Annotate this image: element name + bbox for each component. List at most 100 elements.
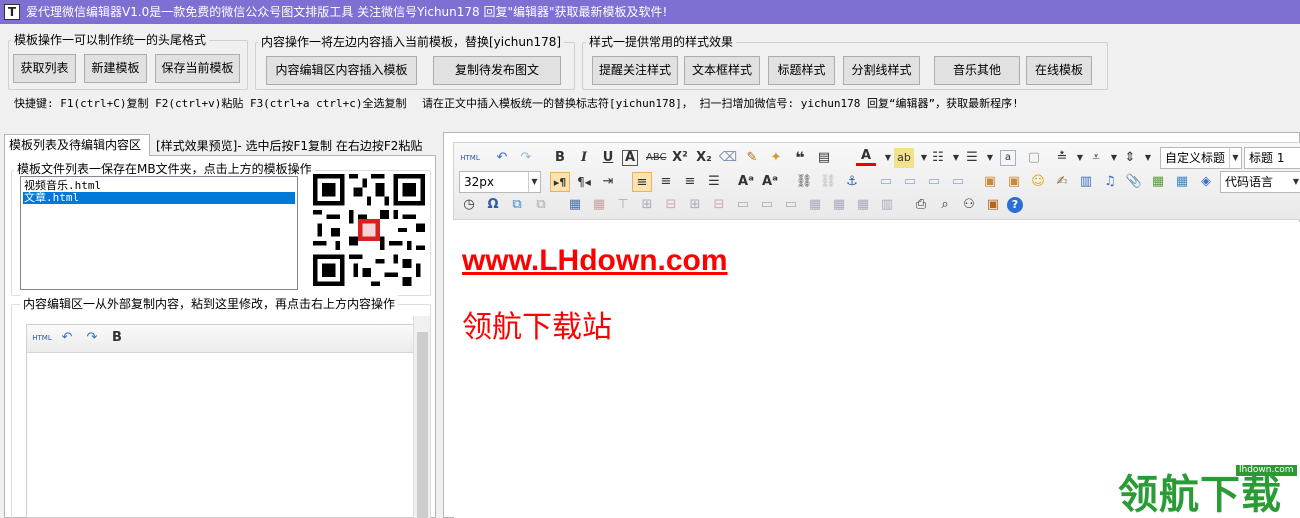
tab-template-list[interactable]: 模板列表及待编辑内容区 xyxy=(4,134,150,156)
paste-plain-icon[interactable]: ▤ xyxy=(814,148,834,168)
custom-heading-select[interactable]: 自定义标题 ▼ xyxy=(1160,147,1242,169)
lowercase-icon[interactable]: Aᵃ xyxy=(760,172,780,192)
row-spacing-arrow-icon[interactable]: ▼ xyxy=(1138,148,1158,168)
drafts-icon[interactable]: ▣ xyxy=(983,195,1003,215)
divider-style-button[interactable]: 分割线样式 xyxy=(843,56,920,85)
link-icon[interactable]: ⛓ xyxy=(794,172,814,192)
map-icon[interactable]: ▦ xyxy=(1148,172,1168,192)
heading-style-button[interactable]: 标题样式 xyxy=(768,56,835,85)
merge-cells-icon[interactable]: ▭ xyxy=(733,195,753,215)
html-source-icon[interactable]: HTML xyxy=(459,148,481,168)
align-right-icon[interactable]: ≡ xyxy=(680,172,700,192)
preview-icon[interactable]: ⌕ xyxy=(935,195,955,215)
content-editor-scrollbar[interactable] xyxy=(413,316,430,518)
music-other-button[interactable]: 音乐其他 xyxy=(934,56,1020,85)
textbox-style-button[interactable]: 文本框样式 xyxy=(684,56,760,85)
help-icon[interactable]: ? xyxy=(1007,197,1023,213)
list-item-selected[interactable]: 文章.html xyxy=(23,192,295,204)
image-icon[interactable]: ▣ xyxy=(980,172,1000,192)
get-list-button[interactable]: 获取列表 xyxy=(13,54,76,83)
merge-down-icon[interactable]: ▭ xyxy=(781,195,801,215)
special-chars-icon[interactable]: Ω xyxy=(483,195,503,215)
align-center-icon[interactable]: ≡ xyxy=(656,172,676,192)
unordered-list-arrow-icon[interactable]: ▼ xyxy=(980,148,1000,168)
delete-col-icon[interactable]: ⊟ xyxy=(709,195,729,215)
subscript-icon[interactable]: X₂ xyxy=(694,148,714,168)
new-template-button[interactable]: 新建模板 xyxy=(84,54,147,83)
time-icon[interactable]: ◷ xyxy=(459,195,479,215)
font-color-icon[interactable]: A xyxy=(856,148,876,166)
undo-icon[interactable]: ↶ xyxy=(492,148,512,168)
blockquote-icon[interactable]: ❝ xyxy=(790,148,810,168)
page-break-icon[interactable]: ▢ xyxy=(1024,148,1044,168)
doc-link-text[interactable]: www.LHdown.com xyxy=(462,244,728,278)
align-justify-icon[interactable]: ☰ xyxy=(704,172,724,192)
copy-publish-button[interactable]: 复制待发布图文 xyxy=(433,56,561,85)
insert-table-icon[interactable]: ▦ xyxy=(565,195,585,215)
strikethrough-icon[interactable]: ABC xyxy=(646,148,667,168)
split-cells-icon[interactable]: ▦ xyxy=(805,195,825,215)
scrawl-icon[interactable]: ✍ xyxy=(1052,172,1072,192)
follow-style-button[interactable]: 提醒关注样式 xyxy=(592,56,678,85)
insert-row-icon[interactable]: ⊞ xyxy=(637,195,657,215)
bold-icon[interactable]: B xyxy=(550,148,570,168)
italic-icon[interactable]: I xyxy=(574,148,594,168)
font-size-select[interactable]: 32px ▼ xyxy=(459,171,541,193)
insert-content-button[interactable]: 内容编辑区内容插入模板 xyxy=(266,56,417,85)
content-editor[interactable] xyxy=(26,324,414,518)
undo-icon[interactable]: ↶ xyxy=(57,328,77,348)
online-template-button[interactable]: 在线模板 xyxy=(1026,56,1092,85)
heading-select[interactable]: 标题 1 xyxy=(1244,147,1300,169)
image-float-left-icon[interactable]: ▭ xyxy=(900,172,920,192)
attachment-icon[interactable]: 📎 xyxy=(1124,172,1144,192)
paragraph-spacing-icon[interactable]: ⩡ xyxy=(1086,148,1106,168)
delete-table-icon[interactable]: ▦ xyxy=(589,195,609,215)
rtl-icon[interactable]: ¶◂ xyxy=(574,172,594,192)
anchor-icon[interactable]: ⚓ xyxy=(842,172,862,192)
row-spacing-icon[interactable]: ⇕ xyxy=(1120,148,1140,168)
border-text-icon[interactable]: A xyxy=(622,150,638,166)
emoticon-icon[interactable]: ☺ xyxy=(1028,172,1048,192)
search-replace-icon[interactable]: ⚇ xyxy=(959,195,979,215)
chart-icon[interactable]: ▥ xyxy=(877,195,897,215)
highlight-color-icon[interactable]: ab xyxy=(894,148,914,168)
image-center-icon[interactable]: ▭ xyxy=(948,172,968,192)
align-left-icon[interactable]: ≡ xyxy=(632,172,652,192)
redo-icon[interactable]: ↷ xyxy=(82,328,102,348)
uppercase-icon[interactable]: Aᵃ xyxy=(736,172,756,192)
html-source-icon[interactable]: HTML xyxy=(32,328,52,348)
underline-icon[interactable]: U xyxy=(598,148,618,168)
auto-format-icon[interactable]: ✦ xyxy=(766,148,786,168)
text-box-icon[interactable]: a xyxy=(1000,150,1016,166)
insert-paragraph-before-table-icon[interactable]: ⊤ xyxy=(613,195,633,215)
video-icon[interactable]: ▥ xyxy=(1076,172,1096,192)
split-cols-icon[interactable]: ▦ xyxy=(853,195,873,215)
save-template-button[interactable]: 保存当前模板 xyxy=(155,54,240,83)
code-language-select[interactable]: 代码语言 ▼ xyxy=(1220,171,1300,193)
word-image-icon[interactable]: ⧉ xyxy=(531,195,551,215)
unordered-list-icon[interactable]: ☰ xyxy=(962,148,982,168)
split-rows-icon[interactable]: ▦ xyxy=(829,195,849,215)
ordered-list-icon[interactable]: ☷ xyxy=(928,148,948,168)
indent-icon[interactable]: ⇥ xyxy=(598,172,618,192)
superscript-icon[interactable]: X² xyxy=(670,148,690,168)
image-float-right-icon[interactable]: ▭ xyxy=(924,172,944,192)
eraser-icon[interactable]: ⌫ xyxy=(718,148,738,168)
template-file-list[interactable]: 视频音乐.html 文章.html xyxy=(20,176,298,290)
line-height-icon[interactable]: ≛ xyxy=(1052,148,1072,168)
print-icon[interactable]: ⎙ xyxy=(911,195,931,215)
multi-image-icon[interactable]: ▣ xyxy=(1004,172,1024,192)
music-icon[interactable]: ♫ xyxy=(1100,172,1120,192)
merge-right-icon[interactable]: ▭ xyxy=(757,195,777,215)
gmap-icon[interactable]: ▦ xyxy=(1172,172,1192,192)
unlink-icon[interactable]: ⛓ xyxy=(818,172,838,192)
snapscreen-icon[interactable]: ⧉ xyxy=(507,195,527,215)
image-float-none-icon[interactable]: ▭ xyxy=(876,172,896,192)
ltr-icon[interactable]: ▸¶ xyxy=(550,172,570,192)
delete-row-icon[interactable]: ⊟ xyxy=(661,195,681,215)
bold-icon[interactable]: B xyxy=(107,328,127,348)
insert-col-icon[interactable]: ⊞ xyxy=(685,195,705,215)
format-brush-icon[interactable]: ✎ xyxy=(742,148,762,168)
insert-frame-icon[interactable]: ◈ xyxy=(1196,172,1216,192)
redo-icon[interactable]: ↷ xyxy=(516,148,536,168)
